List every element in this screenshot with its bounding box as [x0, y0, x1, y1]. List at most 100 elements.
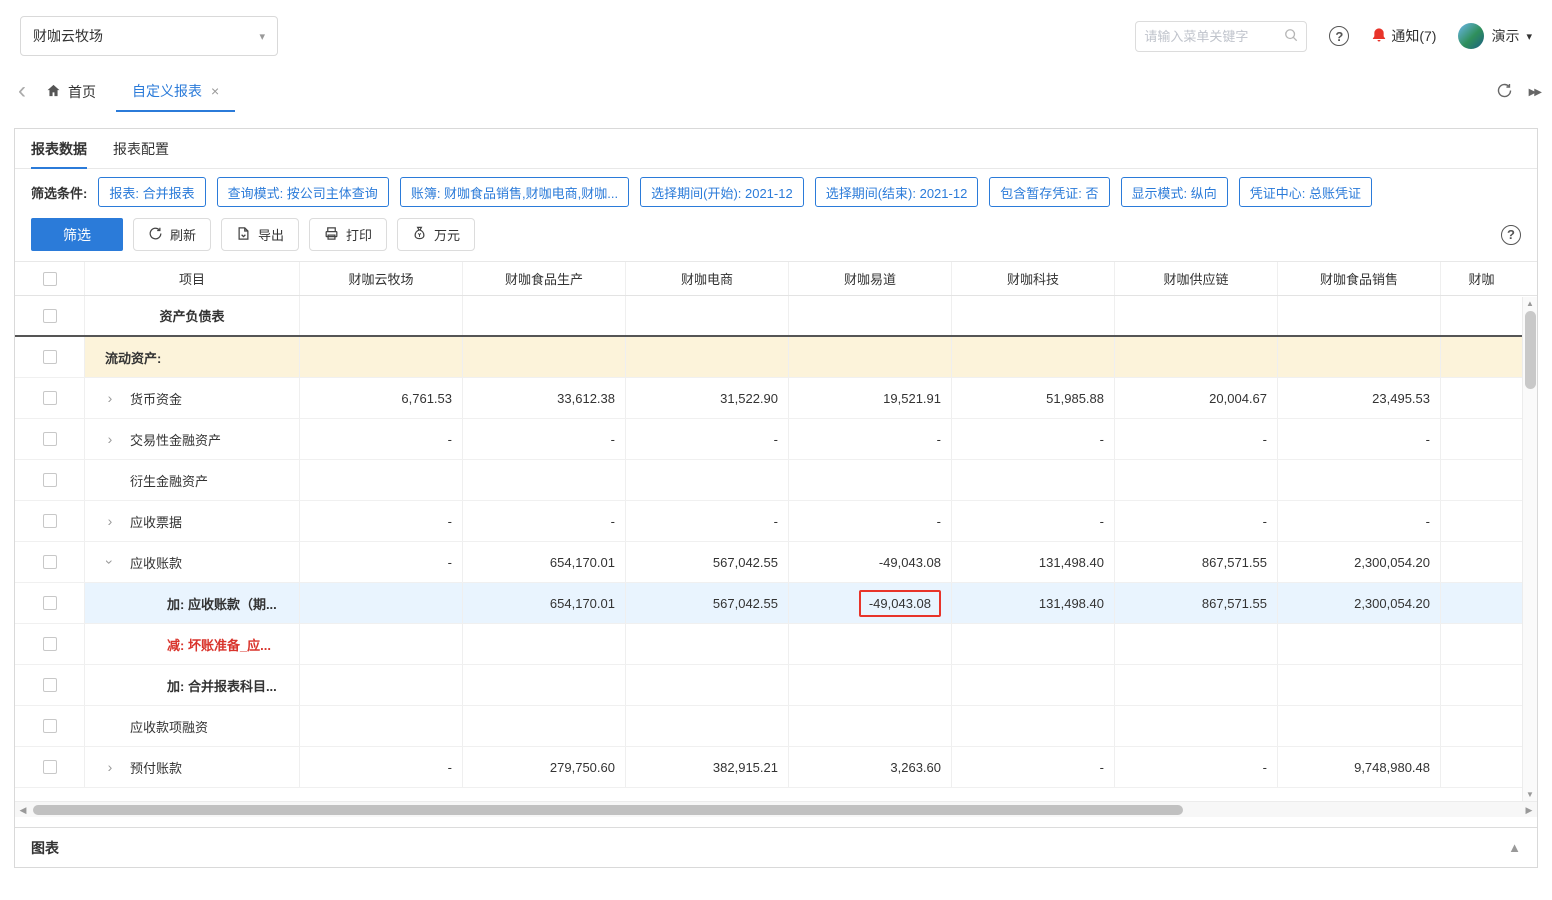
print-button[interactable]: 打印 [309, 218, 387, 251]
filter-chip-1[interactable]: 查询模式: 按公司主体查询 [217, 177, 389, 207]
unit-wan-button[interactable]: 万元 [397, 218, 475, 251]
value-cell [952, 706, 1115, 746]
item-cell: 减: 坏账准备_应... [85, 624, 300, 664]
row-checkbox[interactable] [43, 309, 57, 323]
value-cell [789, 337, 952, 377]
value-cell [463, 665, 626, 705]
value-cell: 20,004.67 [1115, 378, 1278, 418]
collapse-up-icon[interactable]: ▲ [1508, 840, 1521, 855]
close-icon[interactable]: × [211, 83, 219, 99]
tab-report-config[interactable]: 报表配置 [113, 129, 169, 168]
filter-chip-7[interactable]: 凭证中心: 总账凭证 [1239, 177, 1372, 207]
select-all-cell [15, 262, 85, 295]
table-row[interactable]: ›预付账款-279,750.60382,915.213,263.60--9,74… [15, 747, 1537, 788]
chart-section-header[interactable]: 图表 ▲ [15, 827, 1537, 867]
scroll-up-icon[interactable]: ▲ [1523, 297, 1537, 310]
row-checkbox[interactable] [43, 637, 57, 651]
filter-chip-5[interactable]: 包含暂存凭证: 否 [989, 177, 1109, 207]
checkbox-cell [15, 460, 85, 500]
search-icon[interactable] [1284, 28, 1298, 45]
tab-custom-report[interactable]: 自定义报表 × [116, 72, 235, 112]
export-icon [236, 226, 251, 244]
row-checkbox[interactable] [43, 391, 57, 405]
filter-chip-2[interactable]: 账簿: 财咖食品销售,财咖电商,财咖... [400, 177, 629, 207]
row-checkbox[interactable] [43, 350, 57, 364]
table-row[interactable]: ›应收票据------- [15, 501, 1537, 542]
value-cell [952, 665, 1115, 705]
vertical-scrollbar-thumb[interactable] [1525, 311, 1536, 389]
value-cell [1441, 337, 1522, 377]
user-name: 演示 [1491, 26, 1519, 46]
checkbox-cell [15, 583, 85, 623]
notifications-button[interactable]: 通知(7) [1371, 26, 1436, 47]
refresh-button[interactable]: 刷新 [133, 218, 211, 251]
value-cell [300, 296, 463, 335]
money-bag-icon [412, 225, 427, 244]
chart-section-title: 图表 [31, 838, 59, 858]
table-row[interactable]: 应收款项融资 [15, 706, 1537, 747]
menu-search[interactable] [1135, 21, 1307, 52]
table-row[interactable]: 加: 合并报表科目... [15, 665, 1537, 706]
item-cell: 衍生金融资产 [85, 460, 300, 500]
table-row[interactable]: ›应收账款-654,170.01567,042.55-49,043.08131,… [15, 542, 1537, 583]
value-cell [1441, 378, 1522, 418]
scroll-left-icon[interactable]: ◀ [15, 802, 31, 818]
table-help-icon[interactable]: ? [1501, 225, 1521, 245]
filter-chip-6[interactable]: 显示模式: 纵向 [1121, 177, 1228, 207]
value-cell [952, 337, 1115, 377]
expand-chevron-icon[interactable]: › [102, 390, 118, 406]
help-icon[interactable]: ? [1329, 26, 1349, 46]
row-checkbox[interactable] [43, 514, 57, 528]
table-row[interactable]: 减: 坏账准备_应... [15, 624, 1537, 665]
table-row[interactable]: 衍生金融资产 [15, 460, 1537, 501]
column-header-1: 财咖云牧场 [300, 262, 463, 295]
fast-forward-icon[interactable]: ▶▶ [1529, 87, 1540, 98]
company-select[interactable]: 财咖云牧场 ▾ [20, 16, 278, 56]
horizontal-scrollbar[interactable]: ◀ ▶ [15, 801, 1537, 817]
filter-chip-4[interactable]: 选择期间(结束): 2021-12 [815, 177, 979, 207]
value-cell: 23,495.53 [1278, 378, 1441, 418]
expand-chevron-icon[interactable]: › [102, 431, 118, 447]
bell-icon [1371, 26, 1387, 47]
expand-chevron-icon[interactable]: › [102, 759, 118, 775]
filter-chip-0[interactable]: 报表: 合并报表 [98, 177, 205, 207]
row-checkbox[interactable] [43, 473, 57, 487]
table-row[interactable]: 加: 应收账款（期...654,170.01567,042.55-49,043.… [15, 583, 1537, 624]
table-row[interactable]: 资产负债表 [15, 296, 1537, 337]
collapse-chevron-icon[interactable]: › [102, 554, 118, 570]
row-checkbox[interactable] [43, 719, 57, 733]
row-checkbox[interactable] [43, 596, 57, 610]
row-checkbox[interactable] [43, 432, 57, 446]
filter-button[interactable]: 筛选 [31, 218, 123, 251]
export-button[interactable]: 导出 [221, 218, 299, 251]
value-cell [300, 583, 463, 623]
table-body: 资产负债表流动资产:›货币资金6,761.5333,612.3831,522.9… [15, 296, 1537, 801]
expand-chevron-icon[interactable]: › [102, 513, 118, 529]
item-label: 减: 坏账准备_应... [167, 635, 271, 654]
value-cell: 867,571.55 [1115, 542, 1278, 582]
refresh-icon[interactable] [1496, 82, 1513, 102]
scroll-right-icon[interactable]: ▶ [1521, 802, 1537, 818]
highlighted-value-box: -49,043.08 [859, 590, 941, 617]
horizontal-scrollbar-thumb[interactable] [33, 805, 1183, 815]
tab-home[interactable]: 首页 [46, 72, 96, 112]
nav-back-icon[interactable]: ‹ [12, 72, 32, 112]
scroll-down-icon[interactable]: ▼ [1523, 788, 1537, 801]
table-row[interactable]: ›交易性金融资产------- [15, 419, 1537, 460]
value-cell: - [1115, 747, 1278, 787]
row-checkbox[interactable] [43, 678, 57, 692]
table-row[interactable]: 流动资产: [15, 337, 1537, 378]
select-all-checkbox[interactable] [43, 272, 57, 286]
user-menu[interactable]: 演示 ▾ [1458, 23, 1532, 49]
table-row[interactable]: ›货币资金6,761.5333,612.3831,522.9019,521.91… [15, 378, 1537, 419]
vertical-scrollbar[interactable]: ▲ ▼ [1522, 297, 1537, 801]
unit-label: 万元 [434, 225, 460, 244]
search-input[interactable] [1144, 29, 1284, 44]
value-cell: 9,748,980.48 [1278, 747, 1441, 787]
tab-report-data[interactable]: 报表数据 [31, 129, 87, 168]
row-checkbox[interactable] [43, 760, 57, 774]
item-cell: ›应收票据 [85, 501, 300, 541]
value-cell: 19,521.91 [789, 378, 952, 418]
filter-chip-3[interactable]: 选择期间(开始): 2021-12 [640, 177, 804, 207]
row-checkbox[interactable] [43, 555, 57, 569]
